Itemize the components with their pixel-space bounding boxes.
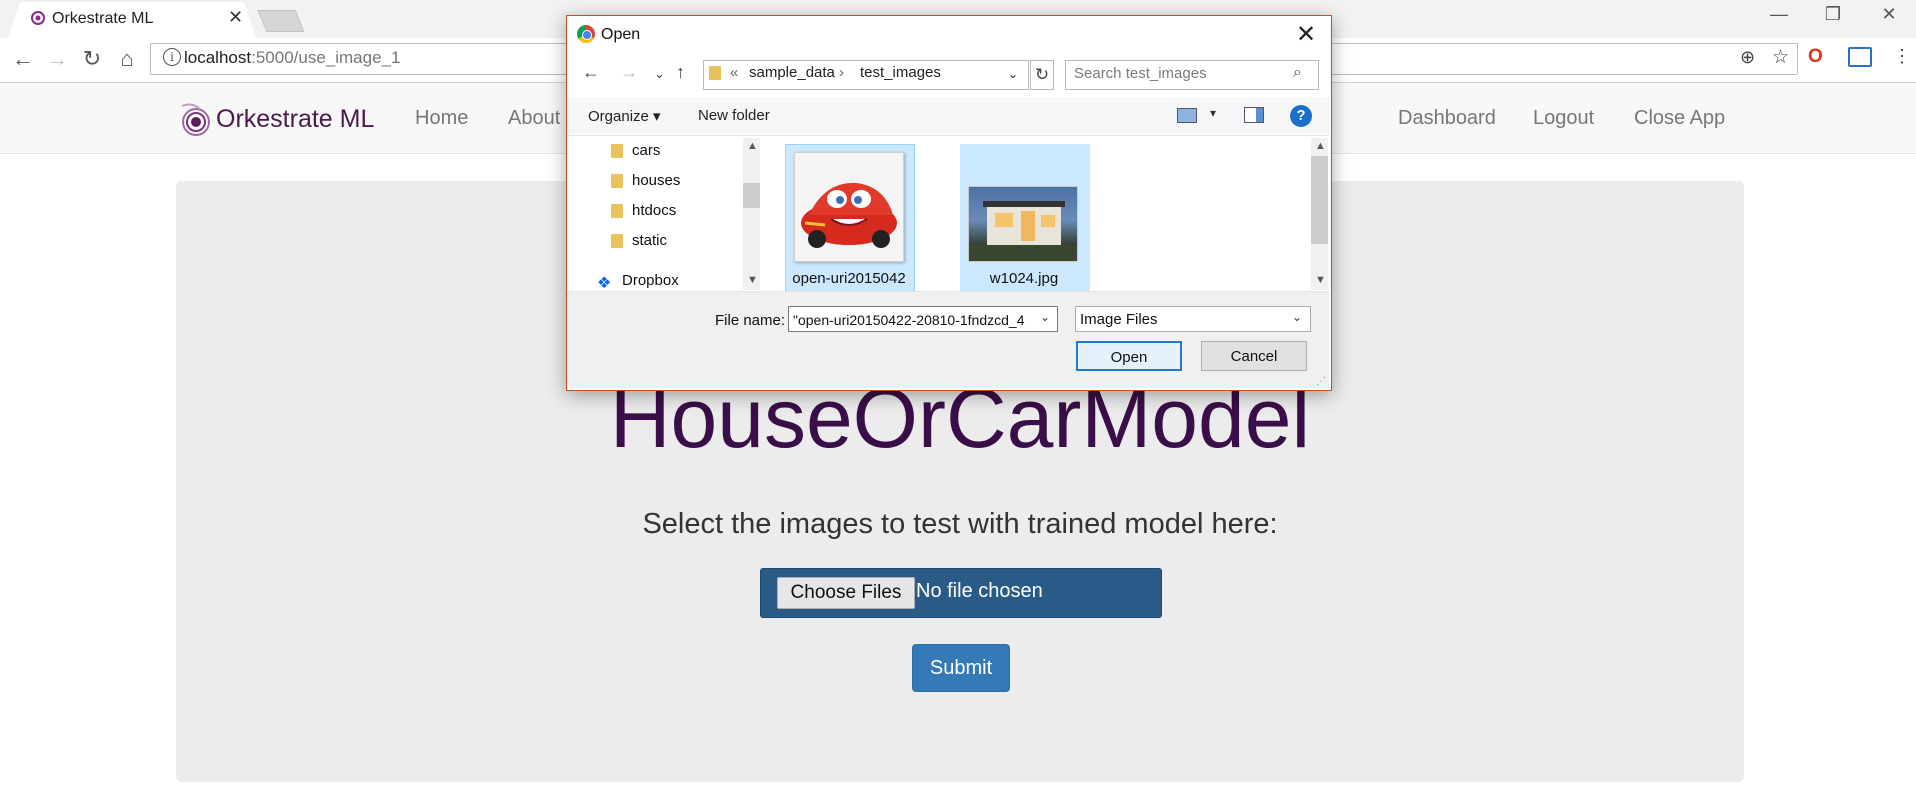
search-placeholder: Search test_images: [1074, 65, 1207, 82]
cancel-button[interactable]: Cancel: [1201, 341, 1307, 371]
up-folder-icon[interactable]: ↑: [676, 62, 685, 83]
forward-icon[interactable]: →: [42, 46, 72, 72]
house-image: [969, 201, 1077, 261]
zoom-icon[interactable]: ⊕: [1740, 47, 1755, 68]
dialog-title: Open: [601, 26, 641, 43]
menu-icon[interactable]: ⋮: [1893, 46, 1911, 67]
pane-divider: [567, 135, 1329, 136]
url-host: localhost: [184, 48, 252, 67]
car-thumbnail: [794, 152, 904, 262]
folder-icon: [611, 144, 623, 158]
refresh-icon[interactable]: ↻: [1030, 60, 1054, 90]
tree-item-cars[interactable]: cars: [632, 142, 660, 159]
folder-icon: [611, 174, 623, 188]
orkestrate-favicon-icon: [31, 11, 45, 25]
orkestrate-logo-icon[interactable]: [178, 100, 212, 138]
chrome-icon: [577, 25, 595, 43]
tree-scrollbar-thumb[interactable]: [743, 183, 760, 208]
scroll-up-icon[interactable]: ▲: [747, 140, 758, 152]
file-name-dropdown-icon[interactable]: ⌄: [1040, 310, 1050, 324]
folder-icon: [611, 204, 623, 218]
folder-icon: [611, 234, 623, 248]
dropbox-icon: ❖: [597, 275, 612, 292]
opera-extension-icon[interactable]: O: [1808, 46, 1823, 68]
brand-name[interactable]: Orkestrate ML: [216, 105, 374, 134]
breadcrumb-overflow[interactable]: «: [730, 64, 738, 81]
submit-button[interactable]: Submit: [912, 644, 1010, 692]
site-info-icon[interactable]: i: [163, 48, 181, 66]
scroll-down-icon[interactable]: ▼: [747, 274, 758, 286]
back-icon[interactable]: ←: [8, 46, 38, 72]
files-scrollbar-thumb[interactable]: [1311, 156, 1328, 244]
tab-close-icon[interactable]: ✕: [228, 7, 243, 28]
tree-scrollbar[interactable]: [743, 138, 760, 290]
bookmark-star-icon[interactable]: ☆: [1772, 46, 1789, 69]
nav-about-link[interactable]: About: [508, 107, 560, 130]
home-icon[interactable]: ⌂: [112, 46, 142, 72]
tree-item-houses[interactable]: houses: [632, 172, 680, 189]
cast-icon[interactable]: [1848, 47, 1872, 67]
nav-close-app-link[interactable]: Close App: [1634, 107, 1725, 130]
files-scroll-down-icon[interactable]: ▼: [1315, 274, 1326, 286]
reload-icon[interactable]: ↻: [77, 46, 107, 72]
no-file-text: No file chosen: [916, 580, 1043, 602]
tree-item-dropbox[interactable]: Dropbox: [622, 272, 679, 289]
organize-button[interactable]: Organize ▾: [588, 107, 661, 125]
car-image: [801, 182, 897, 248]
resize-grip-icon[interactable]: ⋰: [1316, 376, 1326, 387]
breadcrumb-chevron-icon: ›: [839, 64, 844, 81]
file-name-label: File name:: [715, 312, 786, 329]
house-thumbnail: [968, 186, 1078, 262]
search-icon[interactable]: ⌕: [1293, 64, 1302, 82]
breadcrumb-test-images[interactable]: test_images: [860, 64, 941, 81]
url-text[interactable]: localhost:5000/use_image_1: [184, 48, 400, 68]
restore-icon[interactable]: ❐: [1818, 4, 1848, 25]
file-name-input[interactable]: "open-uri20150422-20810-1fndzcd_4: [788, 306, 1058, 332]
file-name-car: open-uri2015042: [792, 270, 906, 287]
dialog-forward-icon[interactable]: →: [620, 62, 638, 83]
nav-dashboard-link[interactable]: Dashboard: [1398, 107, 1496, 130]
instruction-text: Select the images to test with trained m…: [642, 508, 1278, 540]
breadcrumb-sample-data[interactable]: sample_data: [749, 64, 835, 81]
new-folder-button[interactable]: New folder: [698, 107, 770, 124]
open-button[interactable]: Open: [1076, 341, 1182, 371]
change-view-icon[interactable]: [1177, 108, 1197, 123]
file-type-select[interactable]: Image Files: [1075, 306, 1311, 332]
files-scroll-up-icon[interactable]: ▲: [1315, 140, 1326, 152]
minimize-icon[interactable]: —: [1764, 4, 1794, 25]
file-name-house: w1024.jpg: [989, 270, 1059, 287]
nav-home-link[interactable]: Home: [415, 107, 468, 130]
preview-pane-icon[interactable]: [1244, 107, 1264, 123]
help-icon[interactable]: ?: [1290, 105, 1312, 127]
nav-logout-link[interactable]: Logout: [1533, 107, 1594, 130]
address-dropdown-icon[interactable]: ⌄: [1008, 67, 1018, 81]
tree-item-htdocs[interactable]: htdocs: [632, 202, 676, 219]
tree-item-static[interactable]: static: [632, 232, 667, 249]
tab-title: Orkestrate ML: [52, 10, 154, 27]
recent-locations-icon[interactable]: ⌄: [654, 66, 665, 82]
dialog-close-icon[interactable]: ✕: [1296, 20, 1316, 49]
view-dropdown-icon[interactable]: ▾: [1210, 106, 1216, 120]
url-path: :5000/use_image_1: [251, 48, 401, 67]
file-type-dropdown-icon[interactable]: ⌄: [1292, 310, 1302, 324]
dialog-back-icon[interactable]: ←: [582, 62, 600, 83]
window-close-icon[interactable]: ✕: [1874, 4, 1904, 25]
folder-icon: [709, 66, 721, 80]
choose-files-button[interactable]: Choose Files: [777, 577, 915, 609]
